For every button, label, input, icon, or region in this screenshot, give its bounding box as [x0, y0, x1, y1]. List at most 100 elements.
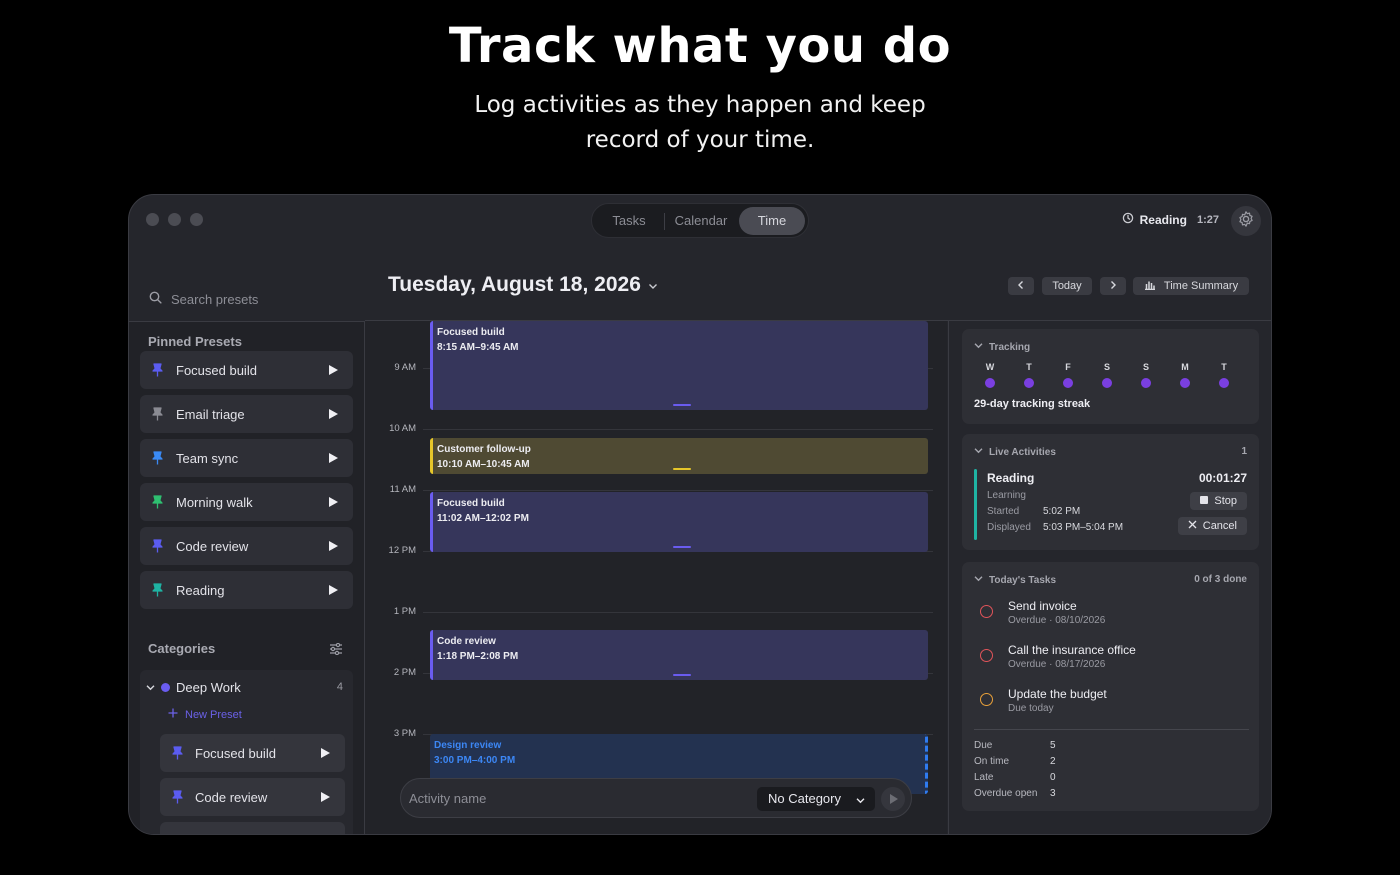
pinned-preset[interactable]: Team sync	[140, 439, 353, 477]
tab-calendar[interactable]: Calendar	[666, 207, 736, 235]
now-tracking-elapsed: 1:27	[1196, 213, 1219, 226]
chevron-down-icon	[648, 273, 658, 297]
zoom-window-button[interactable]	[190, 213, 203, 226]
streak-dot	[1219, 378, 1229, 388]
divider	[974, 729, 1249, 730]
live-activities-header[interactable]: Live Activities	[974, 446, 1056, 458]
search-input[interactable]: Search presets	[171, 292, 258, 307]
pinned-preset[interactable]: Morning walk	[140, 483, 353, 521]
new-preset-button[interactable]: New Preset	[168, 708, 242, 721]
play-icon[interactable]	[329, 585, 338, 595]
live-activities-count: 1	[1241, 446, 1247, 457]
play-icon[interactable]	[329, 541, 338, 551]
pin-icon	[152, 407, 163, 426]
cancel-button[interactable]: Cancel	[1177, 517, 1247, 535]
play-icon[interactable]	[321, 748, 330, 758]
resize-handle[interactable]	[673, 674, 691, 676]
todays-tasks-header[interactable]: Today's Tasks	[974, 574, 1056, 586]
category-preset[interactable]: Code review	[160, 778, 345, 816]
hour-label: 3 PM	[393, 728, 416, 739]
category-select[interactable]: No Category	[757, 787, 875, 811]
timer-icon	[1122, 212, 1134, 227]
preset-label: Focused build	[176, 362, 257, 378]
start-activity-button[interactable]	[881, 787, 905, 811]
streak-day: S	[1136, 362, 1156, 388]
category-select-value: No Category	[768, 791, 841, 806]
next-day-button[interactable]	[1100, 277, 1126, 295]
activity-name-input[interactable]: Activity name	[409, 791, 486, 806]
stop-button[interactable]: Stop	[1190, 492, 1247, 510]
category-preset[interactable]: Focused build	[160, 734, 345, 772]
day-letter: W	[985, 362, 995, 372]
tab-time[interactable]: Time	[739, 207, 805, 235]
close-window-button[interactable]	[146, 213, 159, 226]
tracking-header[interactable]: Tracking	[974, 341, 1030, 353]
started-label: Started	[987, 506, 1020, 517]
tracking-title: Tracking	[989, 341, 1031, 353]
pinned-preset[interactable]: Email triage	[140, 395, 353, 433]
chevron-down-icon[interactable]	[146, 680, 155, 695]
stop-icon	[1200, 495, 1209, 507]
pin-icon	[152, 495, 163, 514]
resize-handle[interactable]	[673, 404, 691, 406]
stat-label: Overdue open	[974, 788, 1038, 799]
calendar-event[interactable]: Customer follow-up 10:10 AM–10:45 AM	[430, 438, 928, 474]
task-checkbox[interactable]	[980, 693, 993, 706]
new-preset-label: New Preset	[185, 708, 242, 721]
task-name: Update the budget	[1008, 687, 1107, 701]
streak-day: T	[1019, 362, 1039, 388]
streak-days: W T F S S M T	[980, 362, 1230, 392]
previous-day-button[interactable]	[1008, 277, 1034, 295]
preset-label: Focused build	[195, 746, 276, 761]
pinned-preset[interactable]: Reading	[140, 571, 353, 609]
calendar-event[interactable]: Focused build 11:02 AM–12:02 PM	[430, 492, 928, 552]
stat-label: On time	[974, 756, 1010, 767]
preset-label: Reading	[176, 582, 225, 598]
tab-tasks[interactable]: Tasks	[596, 207, 662, 235]
category-deep-work[interactable]: Deep Work	[146, 680, 241, 695]
play-icon[interactable]	[329, 409, 338, 419]
search-presets[interactable]: Search presets	[149, 291, 258, 307]
date-title: Tuesday, August 18, 2026	[388, 273, 641, 296]
task-checkbox[interactable]	[980, 649, 993, 662]
play-icon[interactable]	[329, 365, 338, 375]
resize-handle[interactable]	[673, 546, 691, 548]
task-due: Due today	[1008, 703, 1054, 714]
calendar-event[interactable]: Focused build 8:15 AM–9:45 AM	[430, 321, 928, 410]
category-preset[interactable]	[160, 822, 345, 834]
time-summary-label: Time Summary	[1163, 280, 1239, 292]
play-icon[interactable]	[329, 497, 338, 507]
category-group: Deep Work 4 New Preset Focused build Cod…	[140, 670, 353, 834]
today-button[interactable]: Today	[1042, 277, 1092, 295]
event-title: Code review	[437, 636, 496, 647]
resize-handle[interactable]	[673, 468, 691, 470]
date-picker[interactable]: Tuesday, August 18, 2026	[388, 273, 658, 297]
event-title: Focused build	[437, 498, 505, 509]
play-icon[interactable]	[329, 453, 338, 463]
window-controls	[146, 213, 203, 226]
hour-label: 9 AM	[394, 362, 416, 373]
hour-line	[423, 612, 933, 613]
settings-button[interactable]	[1231, 206, 1261, 236]
filter-sliders-icon[interactable]	[329, 642, 343, 660]
chevron-down-icon	[974, 574, 983, 586]
day-letter: T	[1221, 362, 1227, 372]
hour-line	[423, 429, 933, 430]
play-icon[interactable]	[321, 792, 330, 802]
time-summary-button[interactable]: Time Summary	[1133, 277, 1249, 295]
hero-title: Track what you do	[448, 18, 952, 74]
day-letter: S	[1142, 362, 1149, 372]
task-checkbox[interactable]	[980, 605, 993, 618]
stat-value: 5	[1050, 740, 1056, 751]
preset-label: Morning walk	[176, 494, 253, 510]
pinned-preset[interactable]: Focused build	[140, 351, 353, 389]
day-timeline[interactable]: 9 AM 10 AM 11 AM 12 PM 1 PM 2 PM 3 PM 4 …	[365, 321, 947, 834]
app-window: Tasks Calendar Time Reading 1:27 Search …	[128, 194, 1272, 835]
pinned-preset[interactable]: Code review	[140, 527, 353, 565]
minimize-window-button[interactable]	[168, 213, 181, 226]
now-tracking-indicator[interactable]: Reading 1:27	[1122, 212, 1219, 227]
event-time: 3:00 PM–4:00 PM	[434, 755, 516, 766]
now-tracking-label: Reading	[1139, 212, 1187, 227]
calendar-event[interactable]: Code review 1:18 PM–2:08 PM	[430, 630, 928, 680]
preset-list[interactable]: Pinned Presets Focused build Email triag…	[129, 322, 364, 834]
